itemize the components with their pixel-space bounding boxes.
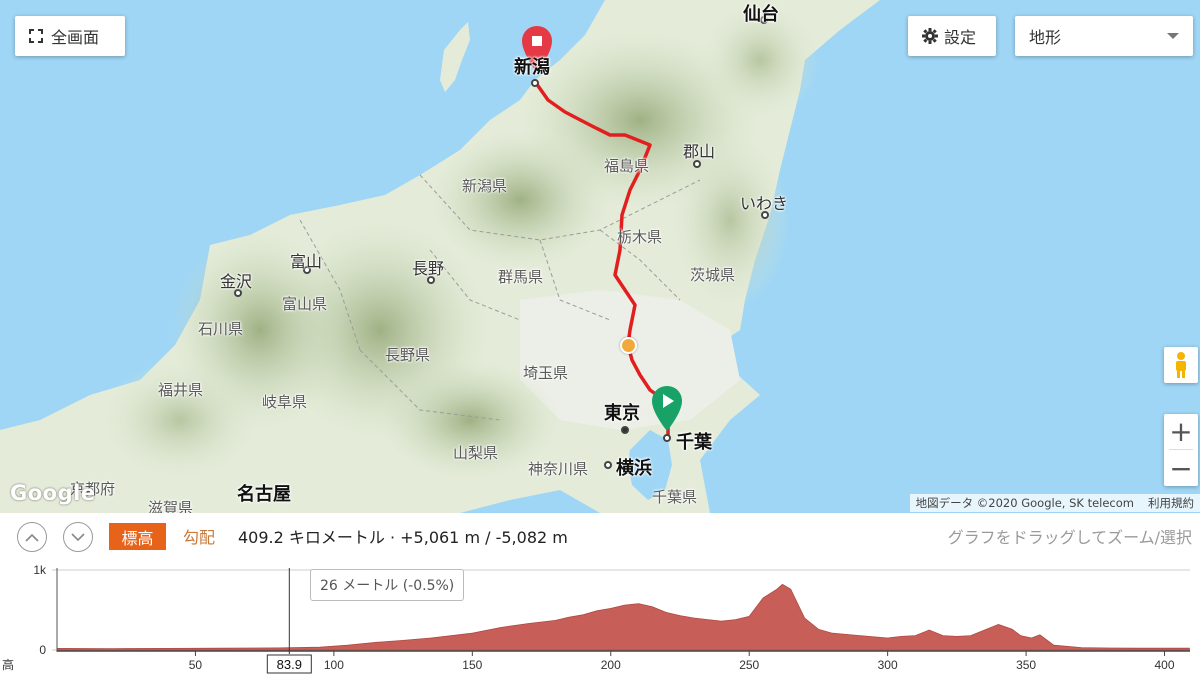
attribution-bar: 地図データ ©2020 Google, SK telecom 利用規約 [909,494,1200,512]
zoom-control: + − [1164,414,1198,486]
label-ibaraki: 茨城県 [690,266,736,284]
label-gunma: 群馬県 [498,268,544,286]
label-chiba-city: 千葉 [676,432,712,453]
dropdown-caret-icon [1167,33,1179,39]
map-view[interactable]: 仙台 新潟 郡山 福島県 いわき 新潟県 栃木県 富山 長野 群馬県 茨城県 金… [0,0,1200,513]
label-tochigi: 栃木県 [617,228,663,246]
label-gifu: 岐阜県 [262,393,308,411]
label-shiga: 滋賀県 [148,499,194,513]
x-tick-label: 100 [324,658,344,672]
street-view-button[interactable] [1164,347,1198,383]
x-tick-label: 250 [739,658,759,672]
label-toyama-pref: 富山県 [282,295,328,313]
map-type-select[interactable]: 地形 [1015,16,1193,56]
fullscreen-button[interactable]: 全画面 [15,16,125,56]
route-summary: 409.2 キロメートル · +5,061 m / -5,082 m [238,528,568,547]
elevation-toolbar: 標高 勾配 409.2 キロメートル · +5,061 m / -5,082 m… [0,513,1200,559]
label-kanagawa: 神奈川県 [528,460,589,478]
label-tokyo: 東京 [604,403,640,424]
x-tick-label: 200 [601,658,621,672]
expand-down-button[interactable] [63,522,93,552]
cursor-value-label: 83.9 [277,657,302,672]
elevation-chart[interactable]: 1k 0 50 100 150 200 250 300 350 400 高 83.9 [0,559,1200,674]
label-toyama-city: 富山 [290,252,323,271]
pegman-icon [1176,352,1186,378]
x-tick-label: 300 [878,658,898,672]
label-niigata-city: 新潟 [514,57,550,78]
city-dot [621,426,629,434]
attribution-text: 地図データ ©2020 Google, SK telecom [915,496,1134,510]
label-kanazawa: 金沢 [220,272,253,291]
terrain-map [0,0,880,513]
label-iwaki: いわき [740,194,789,213]
city-dot [531,79,539,87]
label-fukui: 福井県 [158,381,204,399]
tab-elevation[interactable]: 標高 [109,523,166,550]
map-type-value: 地形 [1029,28,1062,47]
zoom-in-button[interactable]: + [1169,415,1192,448]
gear-icon [922,28,938,44]
zoom-hint: グラフをドラッグしてズーム/選択 [947,528,1192,547]
label-fukushima: 福島県 [604,157,650,175]
elevation-tooltip: 26 メートル (-0.5%) [310,569,465,601]
chevron-up-icon [25,533,39,542]
label-sendai: 仙台 [743,4,779,25]
city-dot [604,461,612,469]
x-tick-label: 50 [189,658,203,672]
terms-link[interactable]: 利用規約 [1148,495,1194,511]
x-tick-label: 400 [1155,658,1175,672]
tab-grade[interactable]: 勾配 [183,524,215,548]
zoom-divider [1169,449,1193,451]
x-tick-label: 150 [462,658,482,672]
label-koriyama: 郡山 [683,142,716,161]
label-niigata-pref: 新潟県 [462,177,508,195]
collapse-up-button[interactable] [17,522,47,552]
fullscreen-label: 全画面 [51,28,100,47]
label-ishikawa: 石川県 [198,320,244,338]
axis-label: 高 [2,657,14,672]
label-yamanashi: 山梨県 [453,444,499,462]
start-marker-icon[interactable] [651,385,683,433]
x-tick-label: 350 [1016,658,1036,672]
chevron-down-icon [71,532,85,541]
settings-label: 設定 [944,28,977,47]
elevation-panel: 標高 勾配 409.2 キロメートル · +5,061 m / -5,082 m… [0,513,1200,674]
settings-button[interactable]: 設定 [908,16,996,56]
zoom-out-button[interactable]: − [1169,452,1192,485]
label-nagano-pref: 長野県 [385,346,431,364]
y-tick-label: 1k [33,563,47,577]
elevation-area [56,583,1190,651]
google-logo: Google [10,481,96,505]
city-dot [663,434,671,442]
label-saitama: 埼玉県 [523,364,569,382]
cursor-position-marker [620,337,637,354]
label-chiba-pref: 千葉県 [652,488,698,506]
label-yokohama: 横浜 [616,458,652,479]
fullscreen-icon [29,29,43,43]
label-nagoya: 名古屋 [237,484,291,505]
y-tick-label: 0 [39,643,46,657]
label-nagano-city: 長野 [412,259,445,278]
